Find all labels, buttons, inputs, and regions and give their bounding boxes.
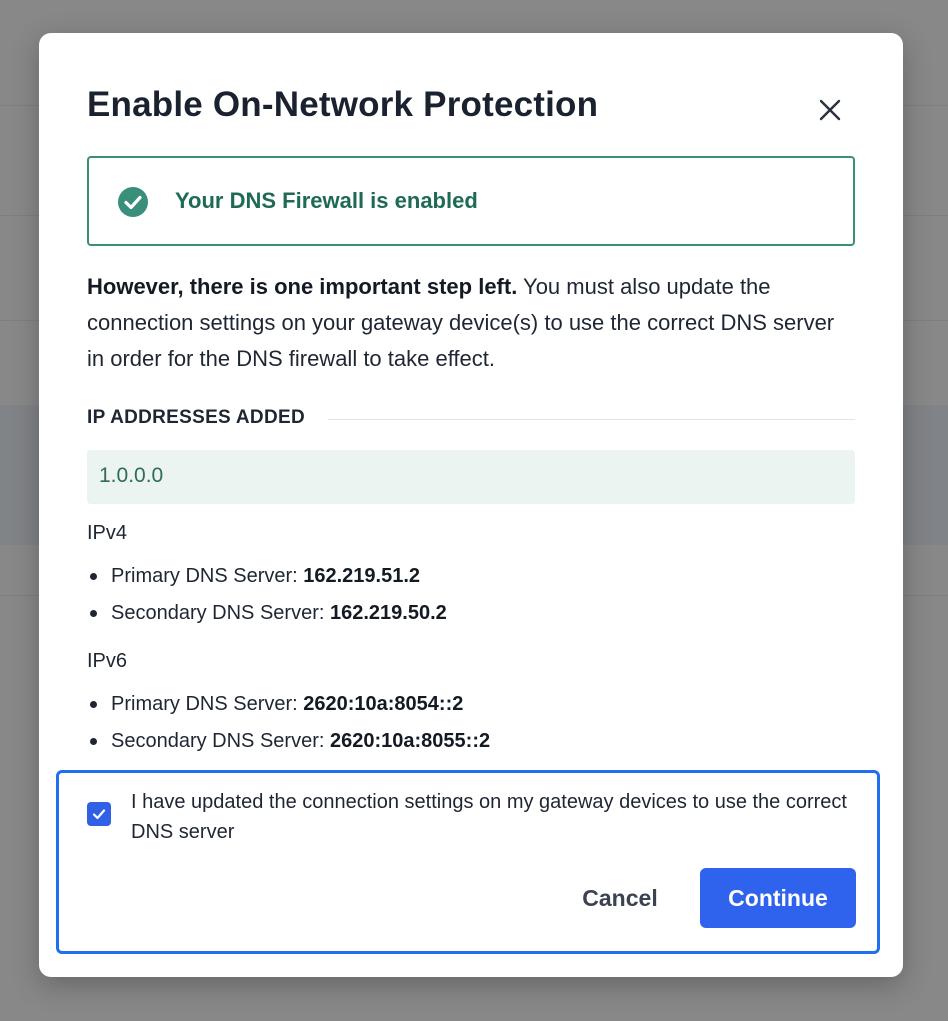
dns-server-label: Secondary DNS Server: xyxy=(111,602,330,624)
dns-server-value: 162.219.50.2 xyxy=(329,602,447,624)
instructions-text: However, there is one important step lef… xyxy=(87,269,857,377)
continue-button[interactable]: Continue xyxy=(700,868,856,928)
list-item: Secondary DNS Server: 162.219.50.2 xyxy=(87,600,447,637)
bullet xyxy=(90,573,97,580)
instructions-emphasis: However, there is one important step lef… xyxy=(87,274,518,299)
list-item: Secondary DNS Server: 2620:10a:8055::2 xyxy=(87,728,490,765)
ip-address-chip: 1.0.0.0 xyxy=(87,450,855,504)
ip-addresses-heading: IP ADDRESSES ADDED xyxy=(87,407,305,428)
cancel-button[interactable]: Cancel xyxy=(565,868,675,928)
bullet xyxy=(90,701,97,708)
close-icon xyxy=(819,99,841,121)
checkmark-icon xyxy=(92,809,106,820)
ipv4-dns-list: Primary DNS Server: 162.219.51.2 Seconda… xyxy=(87,563,447,637)
confirm-checkbox[interactable] xyxy=(87,802,111,826)
dns-server-value: 162.219.51.2 xyxy=(303,565,421,587)
success-alert: Your DNS Firewall is enabled xyxy=(87,156,855,246)
modal-title: Enable On-Network Protection xyxy=(87,85,599,124)
list-item: Primary DNS Server: 2620:10a:8054::2 xyxy=(87,691,490,728)
bullet xyxy=(90,610,97,617)
dns-server-label: Primary DNS Server: xyxy=(111,565,304,587)
ipv6-label: IPv6 xyxy=(87,650,128,672)
dns-server-label: Secondary DNS Server: xyxy=(111,730,330,752)
confirmation-panel: I have updated the connection settings o… xyxy=(56,770,880,954)
ip-address-value: 1.0.0.0 xyxy=(99,464,164,487)
dns-server-value: 2620:10a:8055::2 xyxy=(329,730,491,752)
ipv6-dns-list: Primary DNS Server: 2620:10a:8054::2 Sec… xyxy=(87,691,490,765)
ip-addresses-section-header: IP ADDRESSES ADDED xyxy=(87,407,855,433)
bullet xyxy=(90,738,97,745)
enable-protection-modal: Enable On-Network Protection Your DNS Fi… xyxy=(39,33,903,977)
ipv4-label: IPv4 xyxy=(87,522,128,544)
dns-server-value: 2620:10a:8054::2 xyxy=(303,693,464,715)
close-button[interactable] xyxy=(811,91,849,129)
success-message: Your DNS Firewall is enabled xyxy=(175,188,478,213)
dns-server-label: Primary DNS Server: xyxy=(111,693,304,715)
check-circle-icon xyxy=(118,187,148,217)
section-divider xyxy=(328,419,855,420)
list-item: Primary DNS Server: 162.219.51.2 xyxy=(87,563,447,600)
confirm-checkbox-label[interactable]: I have updated the connection settings o… xyxy=(131,787,851,847)
